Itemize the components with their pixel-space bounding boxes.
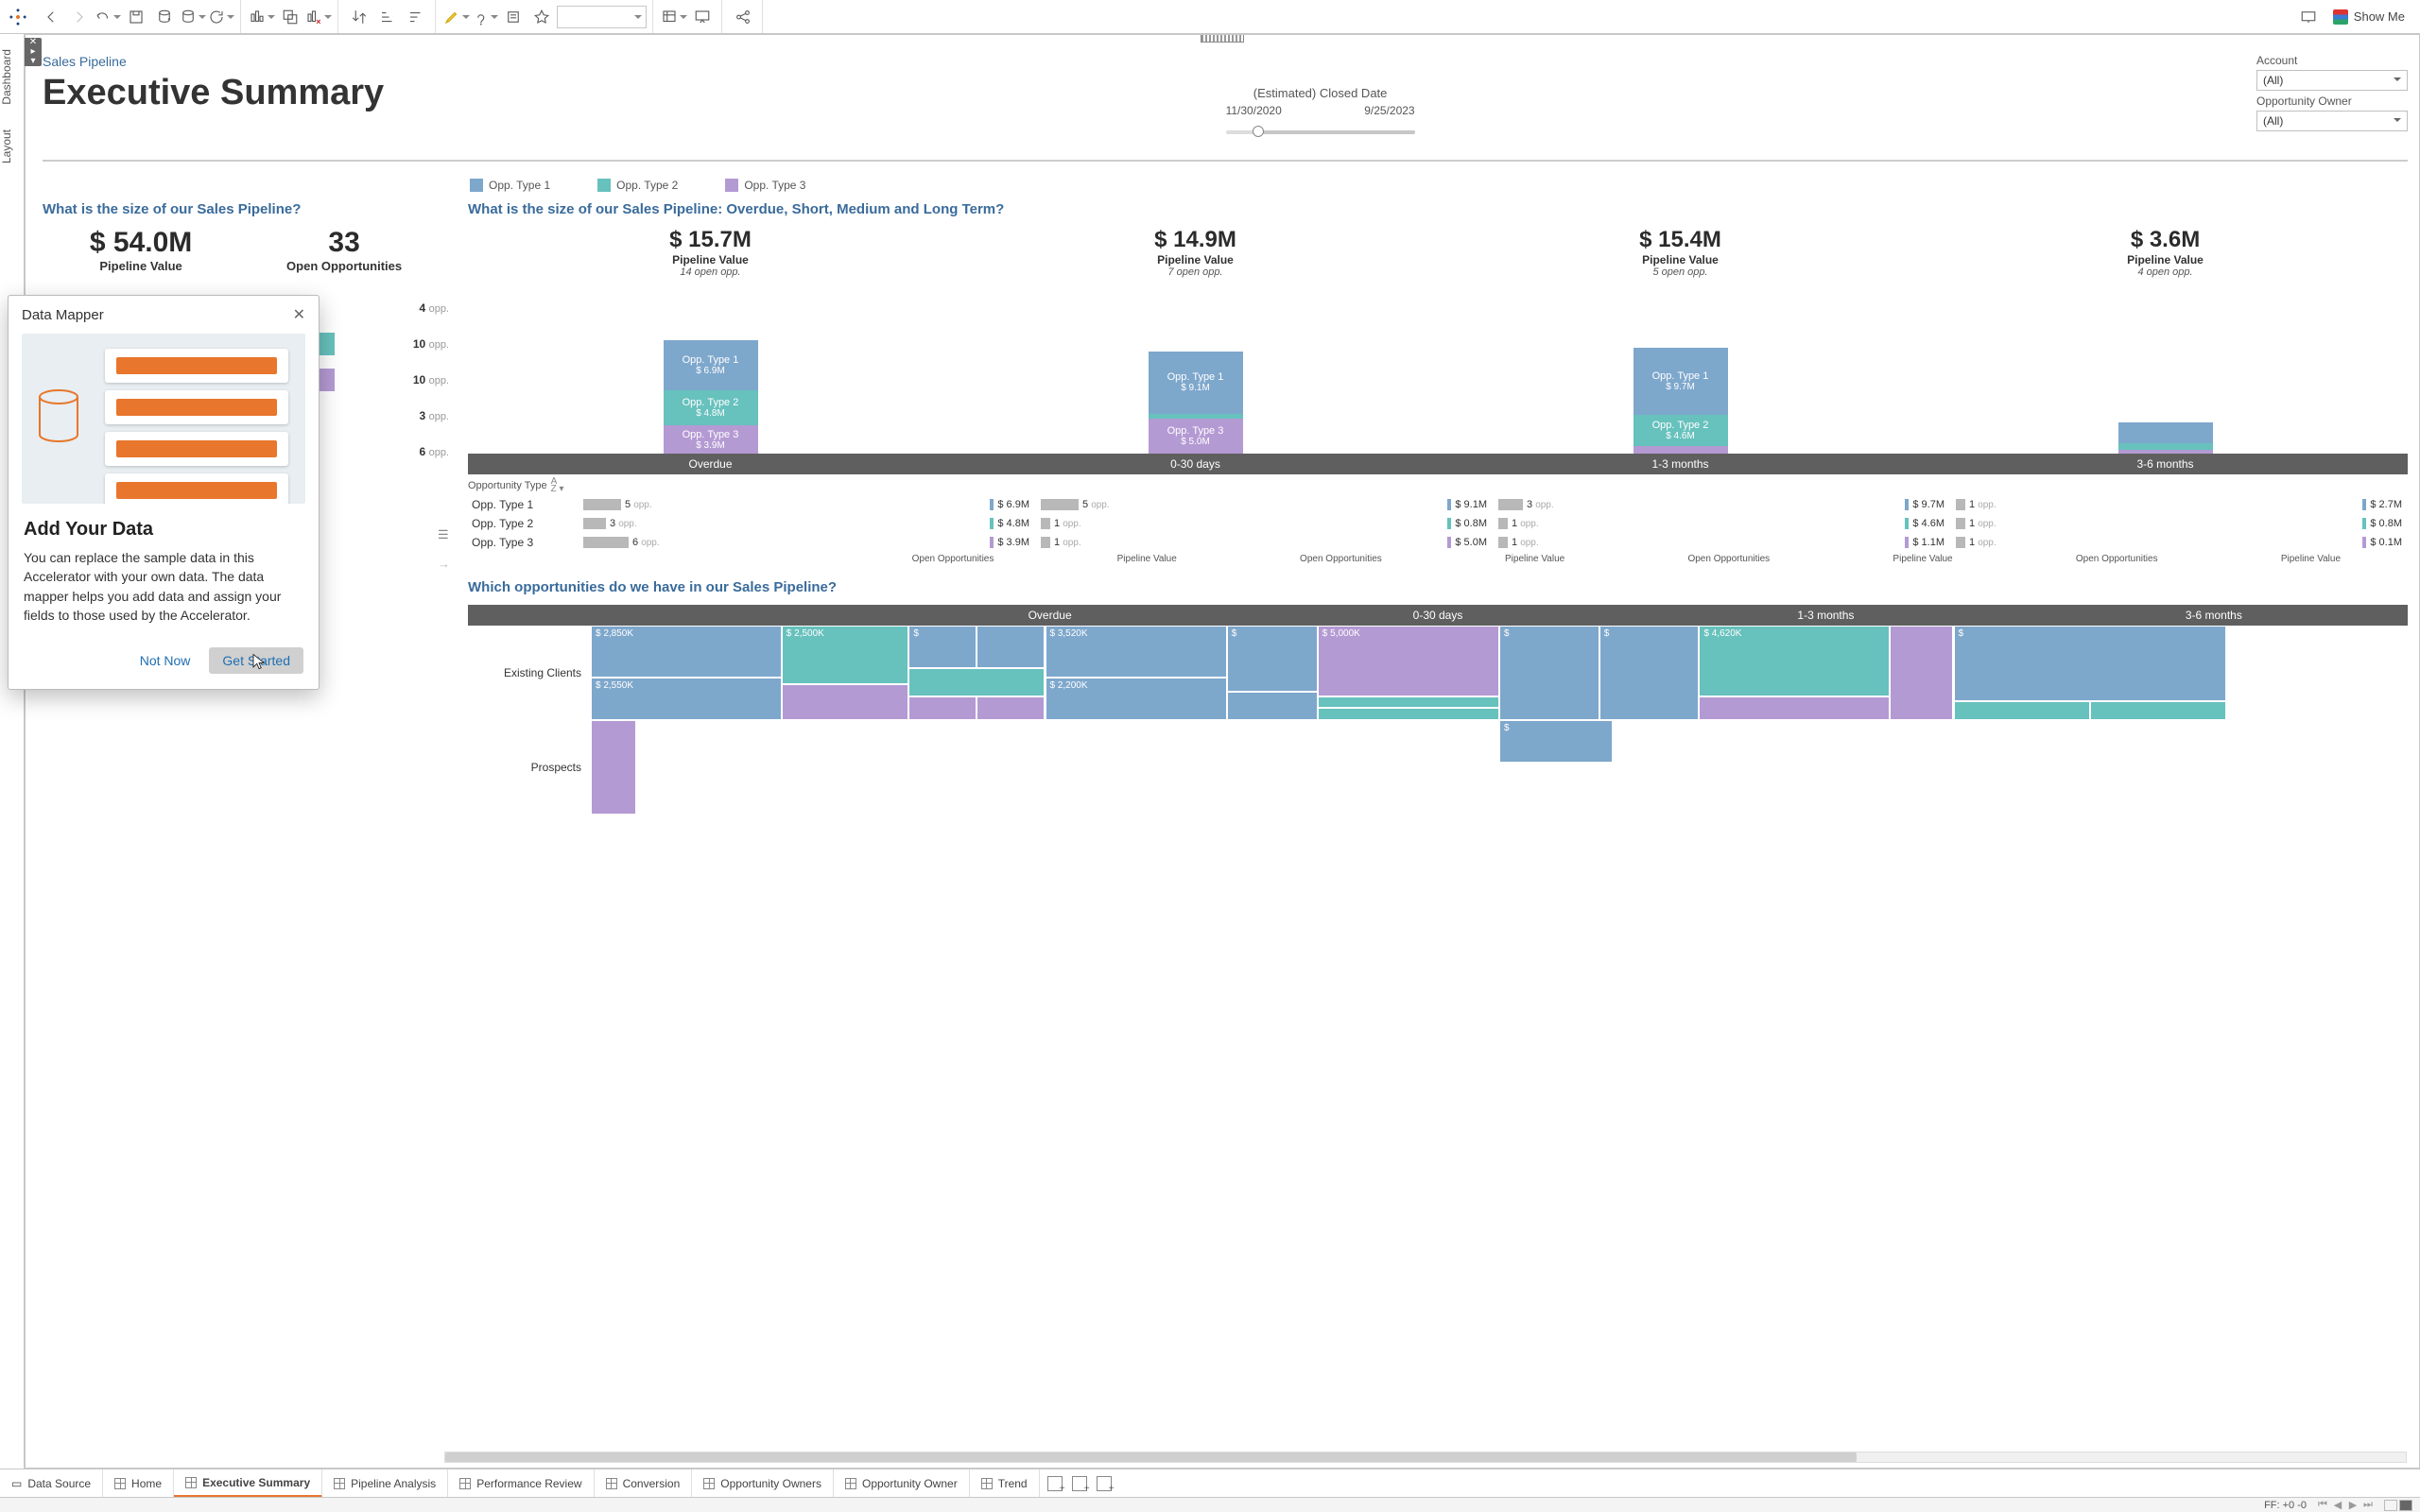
show-me-label: Show Me [2354, 9, 2405, 24]
data-mapper-modal: Data Mapper ✕ Add Your Data You can repl… [8, 295, 320, 690]
legend-type1[interactable]: Opp. Type 1 [470, 179, 550, 192]
filter-owner[interactable]: (All) [2256, 111, 2408, 131]
arrow-right-icon[interactable]: → [438, 557, 450, 571]
status-ff: FF: +0 -0 [2264, 1500, 2307, 1511]
new-data-source-button[interactable] [151, 4, 178, 30]
slider-label: (Estimated) Closed Date [1253, 86, 1388, 100]
bucket-axis: Overdue0-30 days1-3 months3-6 months [468, 454, 2408, 474]
sheet-tab[interactable]: Executive Summary [174, 1469, 322, 1498]
refresh-button[interactable] [208, 4, 234, 30]
horizontal-scrollbar[interactable] [444, 1452, 2407, 1463]
right-section-title: What is the size of our Sales Pipeline: … [468, 201, 2408, 217]
fit-button[interactable] [661, 4, 687, 30]
highlight-button[interactable] [443, 4, 470, 30]
sheet-tabs: ▭ Data Source HomeExecutive SummaryPipel… [0, 1469, 2420, 1497]
page-title: Executive Summary [43, 73, 384, 113]
dashboard-canvas: Sales Pipeline Executive Summary (Estima… [25, 34, 2420, 1469]
legend-type3[interactable]: Opp. Type 3 [725, 179, 805, 192]
side-tab-layout[interactable]: Layout [0, 120, 13, 173]
filter-owner-label: Opportunity Owner [2256, 94, 2408, 108]
clear-button[interactable] [305, 4, 332, 30]
share-button[interactable] [730, 4, 756, 30]
forward-button[interactable] [66, 4, 93, 30]
mini-header-label: Opportunity Type [468, 480, 547, 491]
modal-close-icon[interactable]: ✕ [293, 305, 305, 324]
sheet-tab[interactable]: Trend [970, 1469, 1040, 1497]
duplicate-button[interactable] [277, 4, 303, 30]
sheet-tab[interactable]: Opportunity Owner [834, 1469, 970, 1497]
toolbar-search[interactable] [557, 6, 647, 28]
view-list-icon[interactable] [2399, 1500, 2412, 1511]
sort-asc-button[interactable] [374, 4, 401, 30]
not-now-button[interactable]: Not Now [130, 647, 200, 674]
status-bar: FF: +0 -0 ⏮◀▶⏭ [0, 1497, 2420, 1512]
new-worksheet-button[interactable] [249, 4, 275, 30]
slider-start: 11/30/2020 [1226, 104, 1282, 117]
filter-account-label: Account [2256, 54, 2408, 67]
side-tab-dashboard[interactable]: Dashboard [0, 40, 13, 114]
side-tabs: Dashboard Layout [0, 34, 25, 1484]
get-started-button[interactable]: Get Started [209, 647, 303, 674]
legend: Opp. Type 1 Opp. Type 2 Opp. Type 3 [470, 179, 805, 192]
treemap-title: Which opportunities do we have in our Sa… [468, 579, 2408, 595]
swap-button[interactable] [346, 4, 372, 30]
toolbar: Show Me [0, 0, 2420, 34]
date-slider[interactable] [1226, 130, 1415, 134]
sheet-tab[interactable]: Performance Review [448, 1469, 594, 1497]
modal-heading: Add Your Data [24, 519, 303, 541]
sort-desc-button[interactable] [403, 4, 429, 30]
modal-title: Data Mapper [22, 307, 104, 323]
sheet-tab[interactable]: Opportunity Owners [692, 1469, 834, 1497]
kpi-open-opp-label: Open Opportunities [286, 259, 402, 273]
pin-button[interactable] [528, 4, 555, 30]
sheet-add-buttons[interactable] [1040, 1469, 1119, 1497]
show-me-icon [2333, 9, 2348, 25]
modal-body: You can replace the sample data in this … [24, 548, 303, 625]
datasource-icon: ▭ [11, 1477, 22, 1490]
labels-button[interactable] [500, 4, 527, 30]
group-button[interactable] [472, 4, 498, 30]
menu-icon[interactable]: ☰ [438, 527, 449, 542]
filter-account[interactable]: (All) [2256, 70, 2408, 91]
view-grid-icon[interactable] [2384, 1500, 2397, 1511]
drag-grip[interactable] [1201, 35, 1244, 43]
save-button[interactable] [123, 4, 149, 30]
sheet-nav[interactable]: ⏮◀▶⏭ [2316, 1499, 2375, 1511]
mini-table: Opportunity TypeAZ ▾ Opp. Type 15 opp.$ … [468, 478, 2408, 564]
sheet-tab[interactable]: Conversion [595, 1469, 693, 1497]
back-button[interactable] [38, 4, 64, 30]
presentation-button[interactable] [689, 4, 716, 30]
show-me-button[interactable]: Show Me [2324, 9, 2414, 25]
sheet-datasource[interactable]: ▭ Data Source [0, 1469, 103, 1497]
stacked-bucket-chart[interactable]: $ 15.7MPipeline Value14 open opp.Opp. Ty… [468, 227, 2408, 454]
treemap-header: Overdue0-30 days1-3 months3-6 months [468, 605, 2408, 626]
guide-button[interactable] [2295, 4, 2322, 30]
undo-history-button[interactable] [95, 4, 121, 30]
kpi-open-opp: 33 [286, 227, 402, 259]
left-section-title: What is the size of our Sales Pipeline? [43, 201, 449, 217]
kpi-pipeline-label: Pipeline Value [90, 259, 192, 273]
kpi-pipeline-value: $ 54.0M [90, 227, 192, 259]
breadcrumb[interactable]: Sales Pipeline [43, 54, 384, 69]
tableau-logo [9, 9, 26, 26]
sheet-tab[interactable]: Pipeline Analysis [322, 1469, 448, 1497]
sheet-tab[interactable]: Home [103, 1469, 174, 1497]
collapse-handle[interactable]: ✕▸▾ [25, 38, 42, 66]
modal-illustration [22, 334, 305, 504]
treemap[interactable]: Existing Clients$ 2,850K$ 2,550K$ 2,500K… [468, 626, 2408, 1468]
legend-type2[interactable]: Opp. Type 2 [597, 179, 678, 192]
pause-updates-button[interactable] [180, 4, 206, 30]
slider-end: 9/25/2023 [1364, 104, 1414, 117]
